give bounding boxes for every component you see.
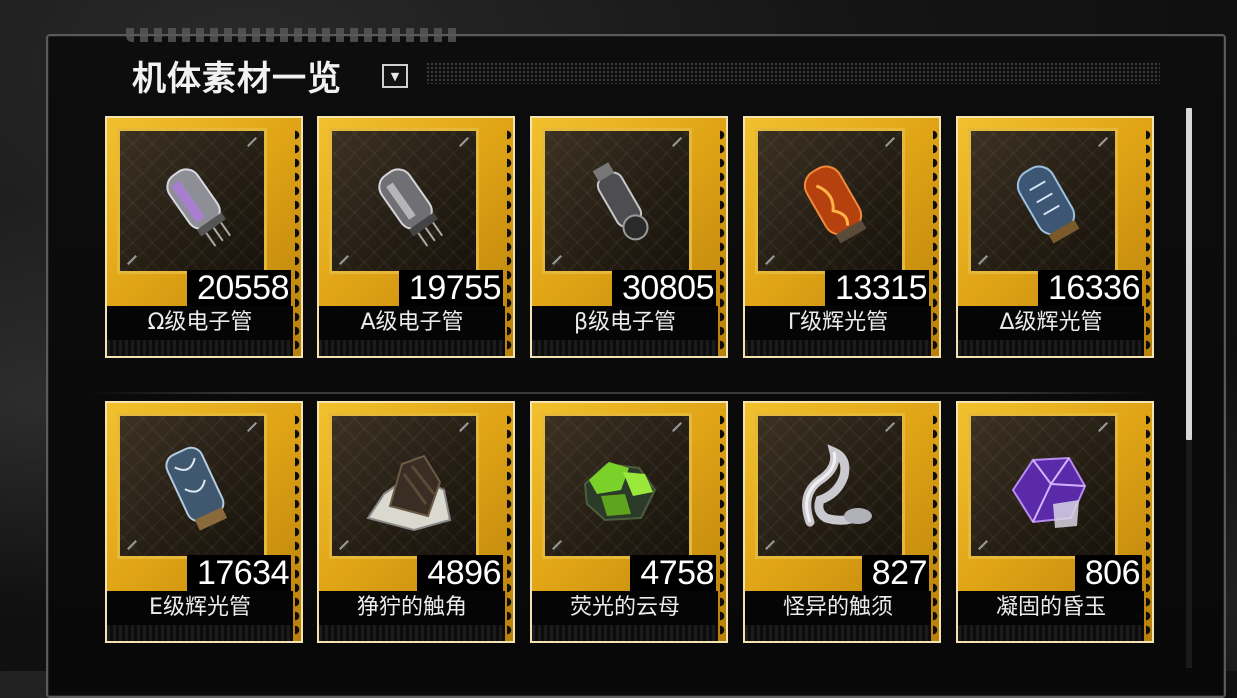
material-card-a-tube[interactable]: 19755 A级电子管 [317, 116, 515, 358]
material-card-gamma-glow-tube[interactable]: 13315 Γ级辉光管 [743, 116, 941, 358]
material-card-grim-antenna[interactable]: 4896 狰狞的触角 [317, 401, 515, 643]
grim-antenna-icon [366, 454, 452, 532]
material-card-beta-tube[interactable]: 30805 β级电子管 [530, 116, 728, 358]
item-count: 30805 [611, 270, 716, 306]
card-edge [745, 340, 931, 356]
material-card-e-glow-tube[interactable]: 17634 E级辉光管 [105, 401, 303, 643]
card-edge [107, 625, 293, 641]
item-count: 806 [1074, 555, 1142, 591]
item-name: 凝固的昏玉 [958, 591, 1144, 625]
vacuum-tube-omega-icon [166, 168, 232, 247]
item-name: β级电子管 [532, 306, 718, 340]
frame-corner [247, 137, 257, 147]
item-count: 20558 [186, 270, 291, 306]
item-name: Ω级电子管 [107, 306, 293, 340]
item-frame [542, 128, 692, 274]
item-count: 19755 [398, 270, 503, 306]
card-edge [319, 625, 505, 641]
item-name: 怪异的触须 [745, 591, 931, 625]
frame-corner [765, 540, 775, 550]
card-edge [532, 625, 718, 641]
card-edge [745, 625, 931, 641]
card-edge [532, 340, 718, 356]
item-name: Δ级辉光管 [958, 306, 1144, 340]
glow-tube-epsilon-icon [165, 446, 228, 531]
item-frame [117, 128, 267, 274]
item-frame [968, 128, 1118, 274]
item-count: 4758 [630, 555, 716, 591]
item-frame [542, 413, 692, 559]
card-edge [958, 340, 1144, 356]
title-decoration [426, 62, 1160, 84]
frame-corner [885, 422, 895, 432]
weird-tentacle-icon [802, 444, 872, 527]
frame-corner [1098, 137, 1108, 147]
vacuum-tube-beta-icon [592, 162, 649, 241]
item-count: 827 [861, 555, 929, 591]
item-count: 16336 [1037, 270, 1142, 306]
item-frame [329, 128, 479, 274]
material-card-delta-glow-tube[interactable]: 16336 Δ级辉光管 [956, 116, 1154, 358]
card-edge [107, 340, 293, 356]
frame-corner [459, 422, 469, 432]
item-name: E级辉光管 [107, 591, 293, 625]
vacuum-tube-alpha-icon [378, 168, 444, 247]
panel-notch [126, 28, 460, 42]
frame-corner [1098, 422, 1108, 432]
item-count: 13315 [824, 270, 929, 306]
item-count: 4896 [417, 555, 503, 591]
item-frame [755, 413, 905, 559]
scrollbar-thumb[interactable] [1186, 108, 1192, 440]
panel-title: 机体素材一览 [132, 59, 342, 99]
chevron-down-icon: ▼ [390, 69, 400, 83]
frame-corner [765, 255, 775, 265]
item-frame [329, 413, 479, 559]
frame-corner [127, 255, 137, 265]
material-card-omega-tube[interactable]: 20558 Ω级电子管 [105, 116, 303, 358]
frame-corner [127, 540, 137, 550]
item-name: Γ级辉光管 [745, 306, 931, 340]
item-name: 荧光的云母 [532, 591, 718, 625]
solidified-gem-icon [1011, 456, 1087, 528]
glow-tube-gamma-icon [803, 165, 867, 244]
card-edge [319, 340, 505, 356]
frame-corner [552, 540, 562, 550]
frame-corner [978, 540, 988, 550]
material-card-fluorescent-mica[interactable]: 4758 荧光的云母 [530, 401, 728, 643]
frame-corner [672, 137, 682, 147]
frame-corner [339, 540, 349, 550]
fluorescent-mica-icon [583, 462, 657, 522]
collapse-toggle-button[interactable]: ▼ [382, 64, 408, 88]
glow-tube-delta-icon [1016, 165, 1080, 244]
frame-corner [247, 422, 257, 432]
item-count: 17634 [186, 555, 291, 591]
material-card-solidified-gem[interactable]: 806 凝固的昏玉 [956, 401, 1154, 643]
frame-corner [672, 422, 682, 432]
frame-corner [552, 255, 562, 265]
frame-corner [885, 137, 895, 147]
frame-corner [459, 137, 469, 147]
item-frame [968, 413, 1118, 559]
frame-corner [339, 255, 349, 265]
row-divider [90, 392, 1150, 394]
item-frame [755, 128, 905, 274]
card-edge [958, 625, 1144, 641]
item-frame [117, 413, 267, 559]
item-name: A级电子管 [319, 306, 505, 340]
item-name: 狰狞的触角 [319, 591, 505, 625]
frame-corner [978, 255, 988, 265]
material-card-weird-tentacle[interactable]: 827 怪异的触须 [743, 401, 941, 643]
